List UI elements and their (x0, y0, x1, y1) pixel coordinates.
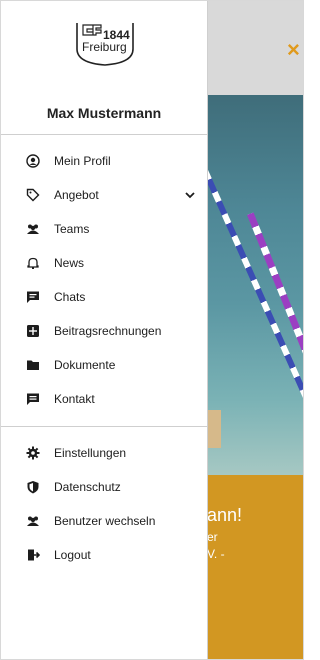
user-name: Max Mustermann (46, 105, 162, 121)
logo-city: Freiburg (82, 40, 127, 54)
menu-label: Dokumente (54, 358, 116, 372)
tag-icon (26, 188, 40, 202)
menu-item-beitragsrechnungen[interactable]: Beitragsrechnungen (1, 317, 207, 345)
menu-item-einstellungen[interactable]: Einstellungen (1, 439, 207, 467)
menu-label: Kontakt (54, 392, 95, 406)
lane-rope (247, 212, 303, 419)
menu-label: Einstellungen (54, 446, 127, 460)
club-logo: 1844 Freiburg (76, 23, 134, 66)
divider (1, 134, 207, 135)
menu-item-benutzer-wechseln[interactable]: Benutzer wechseln (1, 507, 207, 535)
divider (1, 426, 207, 427)
welcome-banner: ann! er V. - (207, 475, 303, 659)
menu-label: Benutzer wechseln (54, 514, 156, 528)
lane-rope (207, 112, 303, 417)
chat-icon (26, 290, 40, 304)
menu-label: Logout (54, 548, 91, 562)
background-screen: × ann! er V. - (207, 1, 303, 659)
menu-label: Beitragsrechnungen (54, 324, 162, 338)
navigation-drawer: 1844 Freiburg Max Mustermann Mein Profil… (1, 1, 208, 659)
menu-label: Angebot (54, 188, 99, 202)
bell-icon (26, 256, 40, 270)
menu-label: Datenschutz (54, 480, 121, 494)
banner-title: ann! (207, 505, 243, 525)
shield-icon (26, 480, 40, 494)
menu-label: Mein Profil (54, 154, 111, 168)
app-frame: × ann! er V. - 1844 Freiburg Max Musterm… (0, 0, 304, 660)
swimming-pool-image (207, 95, 303, 475)
menu-label: Chats (54, 290, 86, 304)
contact-icon (26, 392, 40, 406)
menu-item-mein-profil[interactable]: Mein Profil (1, 147, 207, 175)
menu-item-chats[interactable]: Chats (1, 283, 207, 311)
menu-item-dokumente[interactable]: Dokumente (1, 351, 207, 379)
background-header: × (207, 1, 303, 95)
starting-block (207, 410, 221, 448)
close-icon[interactable]: × (287, 39, 300, 61)
gear-icon (26, 446, 40, 460)
folder-icon (26, 358, 40, 372)
menu-item-logout[interactable]: Logout (1, 541, 207, 569)
invoice-icon (26, 324, 40, 338)
chevron-down-icon[interactable] (183, 188, 197, 202)
menu-item-teams[interactable]: Teams (1, 215, 207, 243)
menu-item-angebot[interactable]: Angebot (1, 181, 207, 209)
switch-user-icon (26, 514, 40, 528)
banner-subtitle: er (207, 530, 218, 544)
menu-item-kontakt[interactable]: Kontakt (1, 385, 207, 413)
logout-icon (26, 548, 40, 562)
menu-item-news[interactable]: News (1, 249, 207, 277)
profile-icon (26, 154, 40, 168)
team-icon (26, 222, 40, 236)
banner-subtitle: V. - (207, 547, 225, 561)
menu-item-datenschutz[interactable]: Datenschutz (1, 473, 207, 501)
menu-label: News (54, 256, 85, 270)
menu-label: Teams (54, 222, 90, 236)
